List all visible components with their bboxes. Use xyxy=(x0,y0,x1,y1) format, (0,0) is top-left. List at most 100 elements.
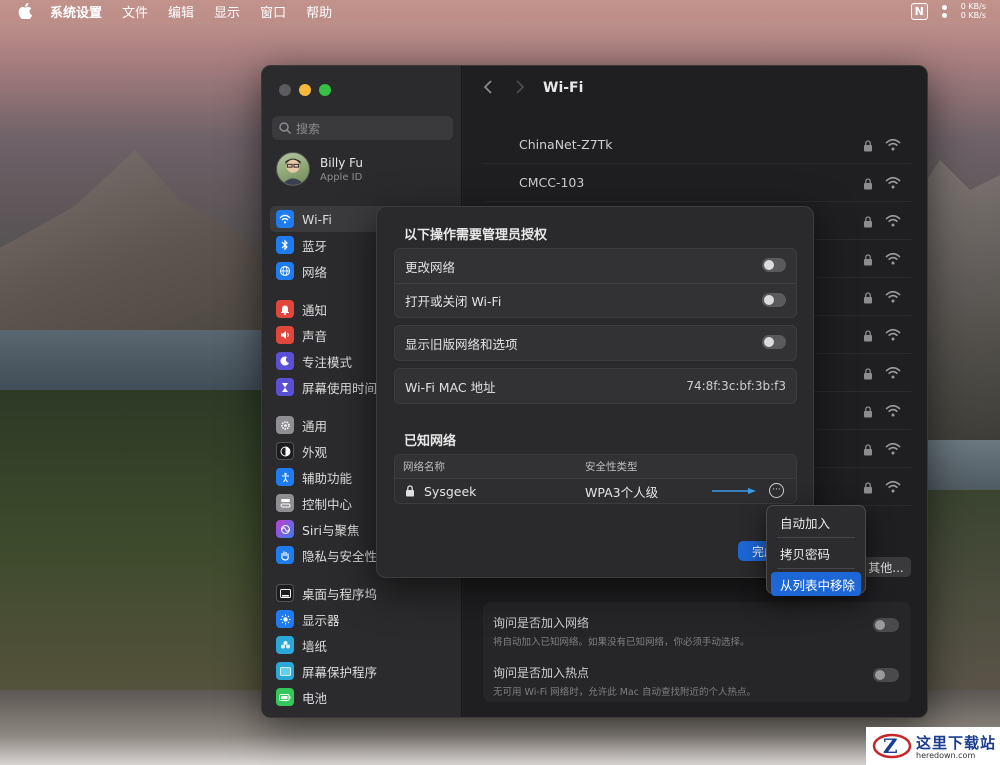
toggle-wifi-label: 打开或关闭 Wi-Fi xyxy=(405,294,502,309)
sidebar-item-label: 墙纸 xyxy=(302,638,328,654)
known-networks-table: 网络名称 安全性类型 Sysgeek WPA3个人级 ··· xyxy=(394,454,797,504)
svg-text:Z: Z xyxy=(883,734,898,758)
change-network-row: 更改网络 xyxy=(395,249,796,283)
notion-status-icon[interactable]: N xyxy=(910,2,928,20)
other-networks-button[interactable]: 其他... xyxy=(861,557,911,577)
sheet-title: 以下操作需要管理员授权 xyxy=(404,228,548,243)
menu-bar-status: N 0 KB/s 0 KB/s xyxy=(910,2,986,20)
sidebar-item-label: 通用 xyxy=(302,418,328,434)
speaker-icon xyxy=(276,326,294,344)
legacy-row: 显示旧版网络和选项 xyxy=(395,326,796,360)
wifi-signal-icon xyxy=(885,366,901,379)
ask-hotspot-row: 询问是否加入热点 无可用 Wi-Fi 网络时，允许此 Mac 自动查找附近的个人… xyxy=(493,664,899,698)
accessibility-icon xyxy=(276,468,294,486)
search-icon xyxy=(279,122,292,135)
lock-icon xyxy=(864,368,872,380)
sidebar-item-label: 声音 xyxy=(302,328,328,344)
watermark-logo-icon: Z xyxy=(872,733,912,759)
search-field[interactable]: 搜索 xyxy=(272,116,453,140)
window-controls xyxy=(279,84,331,96)
menu-item-auto-join[interactable]: 自动加入 xyxy=(771,510,861,534)
sidebar-item-label: 蓝牙 xyxy=(302,238,328,254)
sidebar-item-label: 辅助功能 xyxy=(302,470,353,486)
lock-icon xyxy=(864,482,872,494)
col-security-type[interactable]: 安全性类型 xyxy=(585,459,638,474)
avatar xyxy=(276,152,310,186)
wifi-signal-icon xyxy=(885,214,901,227)
col-network-name[interactable]: 网络名称 xyxy=(403,459,585,474)
known-networks-title: 已知网络 xyxy=(404,434,457,449)
network-row[interactable]: CMCC-103 xyxy=(483,164,911,202)
wifi-signal-icon xyxy=(885,480,901,493)
change-network-label: 更改网络 xyxy=(405,259,456,275)
gear-icon xyxy=(276,416,294,434)
hourglass-icon xyxy=(276,378,294,396)
hand-icon xyxy=(276,546,294,564)
more-options-button[interactable]: ··· xyxy=(769,483,784,498)
menu-edit[interactable]: 编辑 xyxy=(168,2,194,21)
known-network-name: Sysgeek xyxy=(424,483,477,499)
admin-options-sheet: 以下操作需要管理员授权 更改网络 打开或关闭 Wi-Fi 显示旧版网络和选项 W… xyxy=(376,206,814,578)
legacy-toggle[interactable] xyxy=(762,335,786,349)
sidebar-item-battery[interactable]: 电池 xyxy=(270,684,456,710)
back-button[interactable] xyxy=(483,78,493,99)
network-row[interactable]: ChinaNet-Z7Tk xyxy=(483,126,911,164)
menu-app-name[interactable]: 系统设置 xyxy=(50,2,102,21)
appearance-icon xyxy=(276,442,294,460)
siri-icon xyxy=(276,520,294,538)
watermark: Z 这里下载站 heredown.com xyxy=(866,727,1000,765)
moon-icon xyxy=(276,352,294,370)
ask-hotspot-toggle[interactable] xyxy=(873,668,899,682)
annotation-arrow-icon xyxy=(712,488,756,494)
wallpaper-forest-left xyxy=(0,390,270,690)
user-subtitle: Apple ID xyxy=(320,171,363,183)
close-button[interactable] xyxy=(279,84,291,96)
wallpaper-forest-right xyxy=(925,490,1000,690)
pane-titlebar: Wi-Fi xyxy=(463,66,927,110)
dock-icon xyxy=(276,584,294,602)
apple-logo-icon[interactable] xyxy=(18,3,34,19)
menu-bar: 系统设置 文件 编辑 显示 窗口 帮助 N 0 KB/s 0 KB/s xyxy=(0,0,1000,22)
ask-hotspot-desc: 无可用 Wi-Fi 网络时，允许此 Mac 自动查找附近的个人热点。 xyxy=(493,687,756,698)
wifi-signal-icon xyxy=(885,404,901,417)
known-network-security: WPA3个人级 xyxy=(585,484,659,500)
sidebar-item-displays[interactable]: 显示器 xyxy=(270,606,456,632)
sidebar-group-display: 桌面与程序坞 显示器 墙纸 屏幕保护程序 电池 xyxy=(270,580,456,710)
table-row[interactable]: Sysgeek WPA3个人级 ··· xyxy=(395,479,796,503)
sidebar-item-label: 外观 xyxy=(302,444,328,460)
menu-item-copy-password[interactable]: 拷贝密码 xyxy=(771,541,861,565)
sidebar-item-label: 桌面与程序坞 xyxy=(302,586,378,602)
menu-separator xyxy=(777,537,855,538)
watermark-cn: 这里下载站 xyxy=(916,734,997,752)
apple-id-profile[interactable]: Billy Fu Apple ID xyxy=(276,152,363,186)
network-name: ChinaNet-Z7Tk xyxy=(519,137,613,152)
globe-icon xyxy=(276,262,294,280)
menu-help[interactable]: 帮助 xyxy=(306,2,332,21)
menu-window[interactable]: 窗口 xyxy=(260,2,286,21)
more-status-icon[interactable] xyxy=(941,4,947,18)
menu-file[interactable]: 文件 xyxy=(122,2,148,21)
ask-hotspot-title: 询问是否加入热点 xyxy=(493,666,590,680)
zoom-button[interactable] xyxy=(319,84,331,96)
admin-toggle-group: 更改网络 打开或关闭 Wi-Fi xyxy=(394,248,797,318)
forward-button[interactable] xyxy=(515,78,525,99)
change-network-toggle[interactable] xyxy=(762,258,786,272)
mac-group: Wi-Fi MAC 地址 74:8f:3c:bf:3b:f3 xyxy=(394,368,797,404)
menu-item-remove-from-list[interactable]: 从列表中移除 xyxy=(771,572,861,596)
lock-icon xyxy=(864,178,872,190)
flower-icon xyxy=(276,636,294,654)
minimize-button[interactable] xyxy=(299,84,311,96)
lock-icon xyxy=(864,406,872,418)
network-speed[interactable]: 0 KB/s 0 KB/s xyxy=(961,2,986,20)
menu-view[interactable]: 显示 xyxy=(214,2,240,21)
mac-label: Wi-Fi MAC 地址 xyxy=(405,379,496,395)
ask-join-row: 询问是否加入网络 将自动加入已知网络。如果没有已知网络，你必须手动选择。 xyxy=(493,614,899,648)
sidebar-item-label: Siri与聚焦 xyxy=(302,522,360,538)
sidebar-item-screensaver[interactable]: 屏幕保护程序 xyxy=(270,658,456,684)
sidebar-item-label: 屏幕保护程序 xyxy=(302,664,378,680)
menu-separator xyxy=(777,568,855,569)
sidebar-item-desktop-dock[interactable]: 桌面与程序坞 xyxy=(270,580,456,606)
ask-join-toggle[interactable] xyxy=(873,618,899,632)
sidebar-item-wallpaper[interactable]: 墙纸 xyxy=(270,632,456,658)
toggle-wifi-toggle[interactable] xyxy=(762,293,786,307)
